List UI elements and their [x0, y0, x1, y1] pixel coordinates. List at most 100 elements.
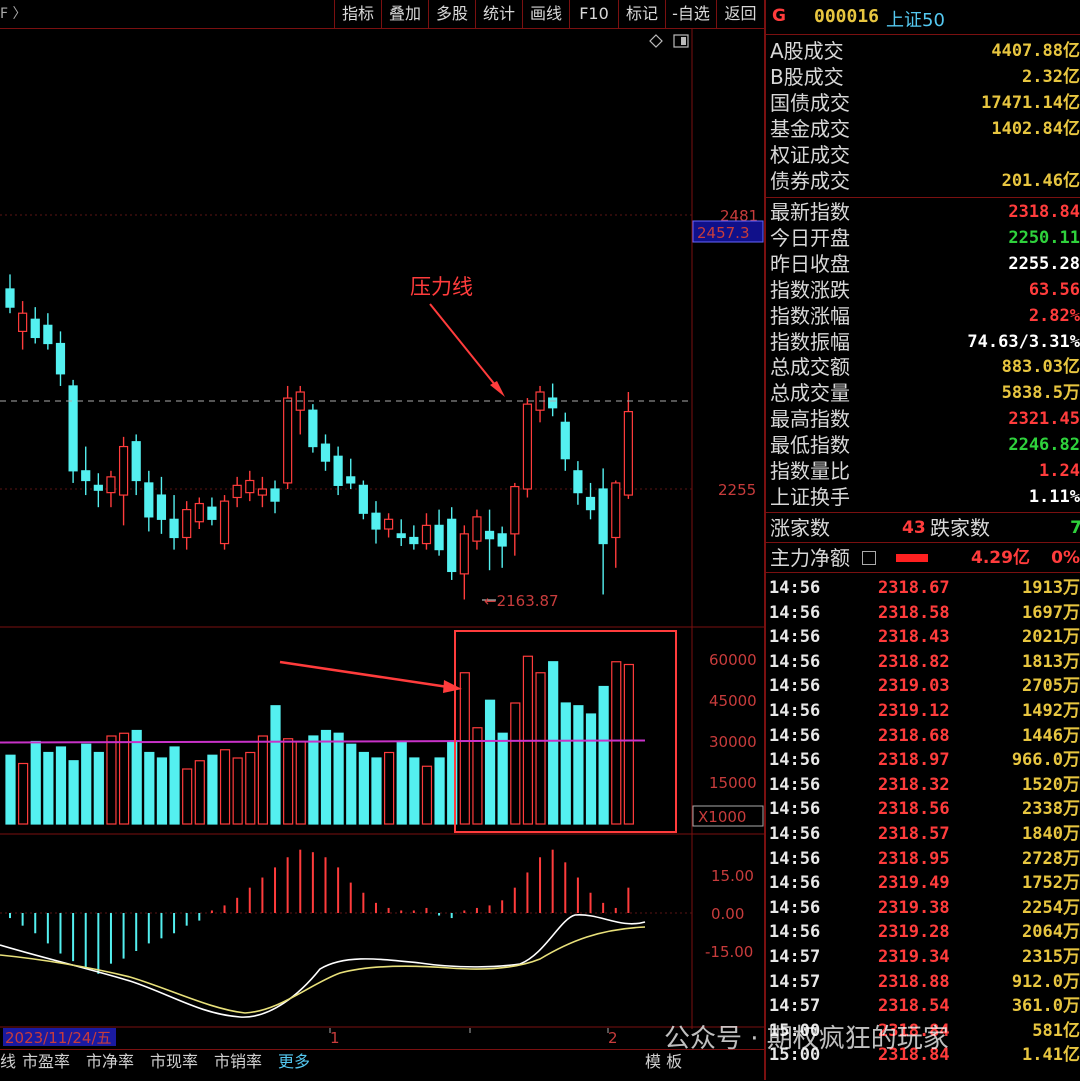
volume-bar [18, 762, 29, 825]
volume-bar [623, 663, 634, 825]
tick-price: 2318.67 [878, 578, 950, 598]
turnover-label: 国债成交 [770, 91, 850, 115]
tick-row: 14:56 2318.32 1520万 [766, 773, 1080, 798]
candle-body [219, 500, 230, 545]
list-icon[interactable] [862, 551, 876, 565]
volume-bar [560, 702, 571, 825]
candle-body [55, 342, 66, 375]
turnover-value: 2.32亿 [1022, 67, 1080, 87]
tick-price: 2319.49 [878, 873, 950, 894]
toolbar-back-button[interactable]: 返回 [716, 0, 764, 28]
dif-line [0, 914, 646, 1018]
turnover-row: 债券成交 201.46亿 [766, 168, 1080, 194]
tab-pcf-ratio[interactable]: 市现率 [150, 1050, 208, 1074]
resistance-annotation: 压力线 [410, 275, 473, 299]
stat-row: 最低指数 2246.82 [766, 432, 1080, 458]
tab-ps-ratio[interactable]: 市销率 [214, 1050, 272, 1074]
tick-price: 2319.38 [878, 897, 950, 918]
toolbar-watchlist-button[interactable]: -自选 [665, 0, 716, 28]
tick-row: 14:56 2319.03 2705万 [766, 674, 1080, 699]
tab-more[interactable]: 更多 [278, 1050, 318, 1074]
volume-bar [68, 760, 79, 825]
candle-body [118, 445, 129, 496]
volume-bar [194, 760, 205, 825]
candle-body [131, 441, 141, 482]
macd-tick-label: 15.00 [711, 867, 754, 885]
toolbar-overlay-button[interactable]: 叠加 [381, 0, 428, 28]
tick-time: 14:57 [769, 996, 821, 1017]
volume-arrow-head [443, 680, 462, 693]
index-code: 000016 [814, 6, 880, 27]
tick-time: 14:56 [769, 676, 821, 697]
tick-volume: 2338万 [1022, 799, 1080, 820]
bottom-tabs: 线 市盈率 市净率 市现率 市销率 更多 模 板 [0, 1049, 764, 1081]
candle-body [207, 506, 217, 520]
toolbar-f10-button[interactable]: F10 [569, 0, 618, 28]
volume-bar [346, 743, 357, 825]
toolbar-multi-stock-button[interactable]: 多股 [428, 0, 475, 28]
toolbar-statistics-button[interactable]: 统计 [475, 0, 522, 28]
toolbar-indicator-button[interactable]: 指标 [334, 0, 381, 28]
tab-line[interactable]: 线 [0, 1050, 16, 1074]
tick-volume: 1813万 [1022, 651, 1080, 672]
turnover-row: B股成交 2.32亿 [766, 64, 1080, 90]
chart-grid [0, 29, 764, 1029]
volume-bar [245, 751, 256, 825]
tick-volume: 1913万 [1022, 578, 1080, 598]
tick-time: 14:56 [769, 873, 821, 894]
macd-tick-label: 0.00 [711, 905, 744, 923]
macd-series [0, 849, 692, 1018]
volume-bar [270, 705, 281, 825]
window-icon-fill [681, 37, 686, 45]
volume-bar [207, 754, 218, 825]
turnover-label: A股成交 [770, 39, 844, 63]
tick-price: 2318.43 [878, 627, 950, 648]
diamond-icon [649, 34, 663, 48]
volume-bar [169, 746, 180, 825]
tick-time: 14:56 [769, 701, 821, 721]
candle-body [257, 488, 267, 496]
volume-bar [283, 738, 294, 825]
down-count-label: 跌家数 [930, 516, 990, 540]
turnover-row: 基金成交 1402.84亿 [766, 116, 1080, 142]
candle-body [194, 502, 204, 523]
candle-body [421, 524, 432, 545]
tab-pb-ratio[interactable]: 市净率 [86, 1050, 144, 1074]
tick-time: 14:56 [769, 725, 821, 746]
toolbar-draw-line-button[interactable]: 画线 [522, 0, 569, 28]
volume-bar [459, 672, 470, 825]
tick-price: 2319.12 [878, 701, 950, 721]
turnover-label: 权证成交 [770, 143, 850, 167]
candle-body [308, 409, 318, 448]
volume-bar [182, 768, 193, 825]
tick-price: 2318.97 [878, 750, 950, 771]
tick-row: 14:56 2318.43 2021万 [766, 625, 1080, 650]
volume-tick-label: 30000 [709, 733, 757, 751]
candle-body [371, 512, 381, 530]
tick-time: 14:56 [769, 651, 821, 672]
volume-unit-label: X1000 [698, 808, 746, 826]
volume-bar [320, 729, 332, 825]
stat-row: 昨日收盘 2255.28 [766, 251, 1080, 277]
stat-row: 指数量比 1.24 [766, 458, 1080, 484]
month-mark: 1 [330, 1029, 340, 1047]
down-count: 7 [1070, 518, 1080, 538]
candle-body [585, 496, 596, 511]
tab-pe-ratio[interactable]: 市盈率 [22, 1050, 80, 1074]
candle-body [68, 385, 78, 472]
stat-label: 指数振幅 [770, 329, 850, 354]
up-count-label: 涨家数 [770, 516, 830, 540]
kline-chart[interactable]: 24812457.32255←2163.87600004500030000150… [0, 29, 764, 1049]
toolbar-mark-button[interactable]: 标记 [618, 0, 665, 28]
candle-body [18, 312, 28, 332]
tick-price: 2318.54 [878, 996, 950, 1017]
tick-row: 14:56 2319.38 2254万 [766, 896, 1080, 921]
volume-bar [510, 702, 521, 825]
candle-body [156, 494, 167, 520]
tick-row: 14:56 2318.57 1840万 [766, 822, 1080, 847]
volume-bar [371, 757, 382, 825]
date-label: 2023/11/24/五 [5, 1029, 112, 1047]
tick-volume: 1752万 [1022, 873, 1080, 894]
candle-body [232, 484, 242, 499]
candle-body [522, 403, 533, 490]
